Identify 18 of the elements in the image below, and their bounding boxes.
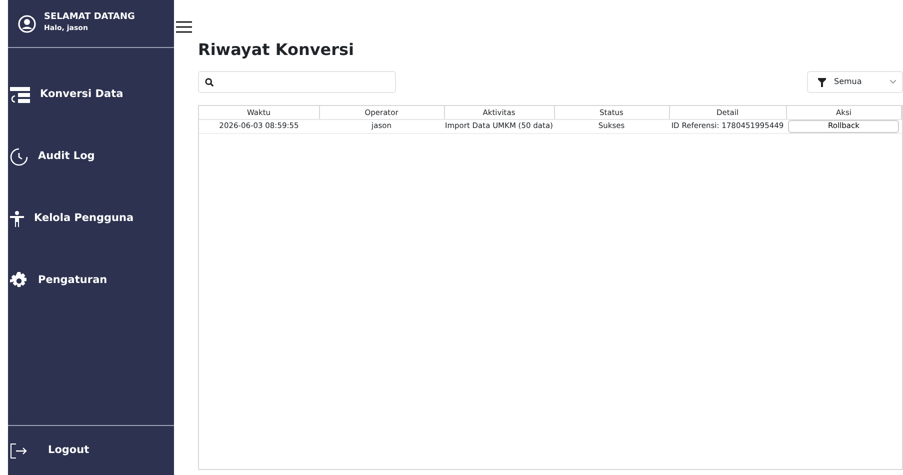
user-avatar-icon <box>18 14 36 32</box>
page-title: Riwayat Konversi <box>198 39 356 61</box>
clock-icon <box>10 148 28 166</box>
chevron-down-icon <box>890 80 896 84</box>
person-icon <box>10 211 24 227</box>
welcome-title: SELAMAT DATANG <box>44 13 135 24</box>
sidebar-item[interactable]: Konversi Data <box>8 84 174 106</box>
logout-icon <box>10 442 28 458</box>
filter-icon <box>818 78 826 86</box>
filter-dropdown[interactable]: Semua <box>807 71 903 93</box>
search-icon <box>205 78 214 86</box>
sidebar-item[interactable]: Kelola Pengguna <box>8 208 174 230</box>
search-field[interactable] <box>198 71 396 93</box>
menu-icon[interactable] <box>176 20 192 34</box>
sidebar-item[interactable]: Audit Log <box>8 146 174 168</box>
table-icon <box>10 87 30 103</box>
sidebar-item[interactable]: Pengaturan <box>8 270 174 292</box>
logout-button[interactable]: Logout <box>8 440 96 462</box>
